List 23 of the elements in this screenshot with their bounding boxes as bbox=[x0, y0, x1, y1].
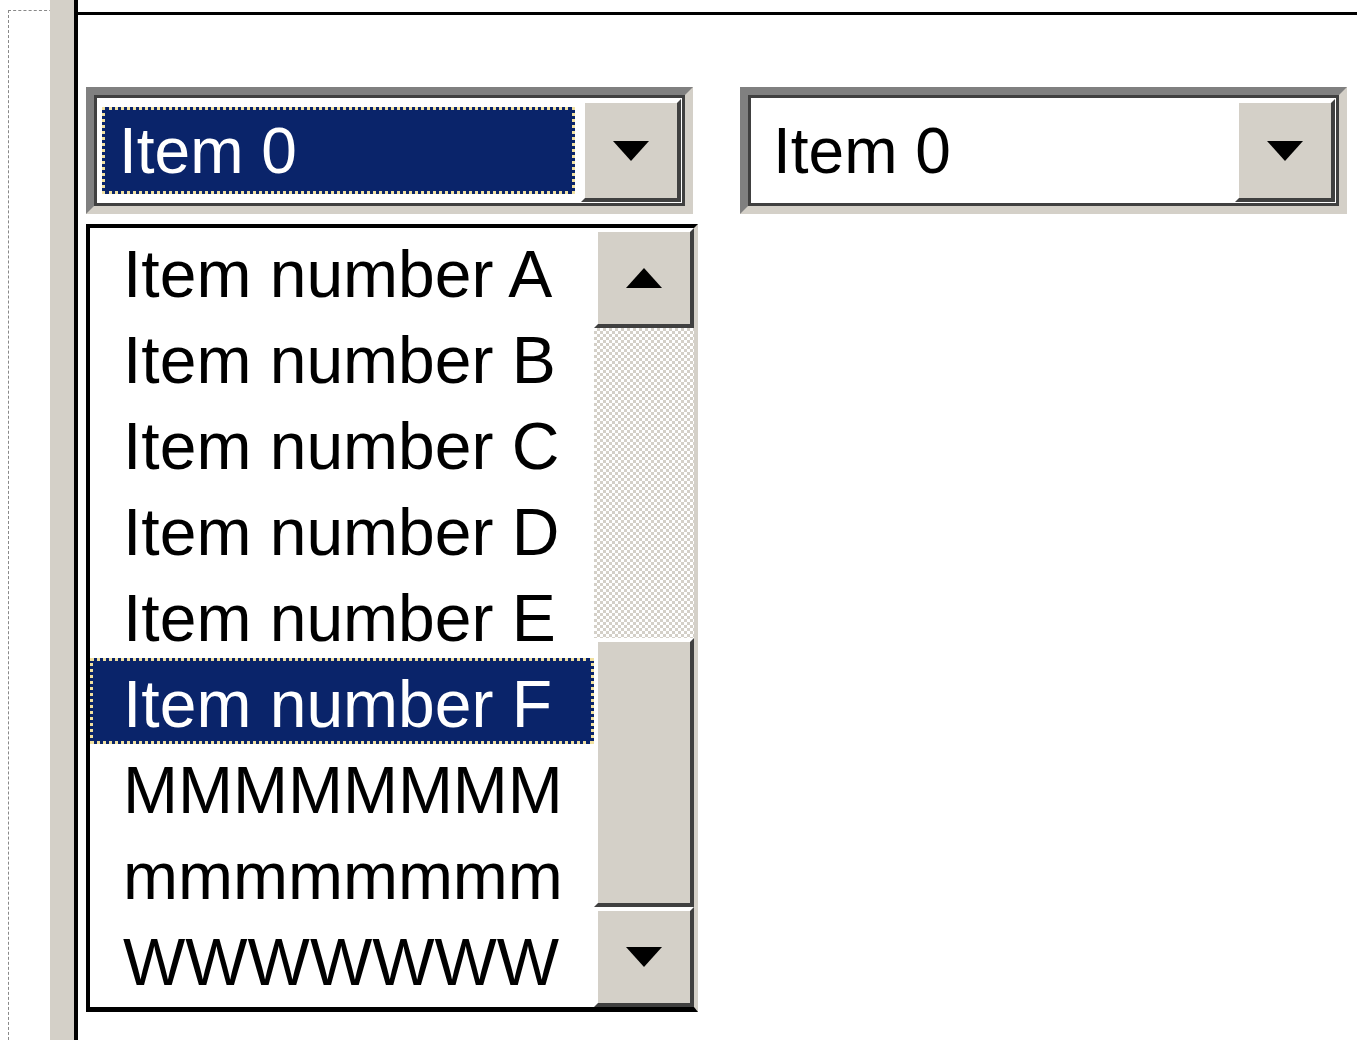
list-item[interactable]: Item number E bbox=[90, 572, 594, 658]
list-item[interactable]: MMMMMMMM bbox=[90, 744, 594, 830]
dropdown-button[interactable] bbox=[1235, 99, 1335, 202]
list-item[interactable]: Item number B bbox=[90, 314, 594, 400]
list-item[interactable]: mmmmmmmm bbox=[90, 830, 594, 916]
combo-value: Item 0 bbox=[772, 113, 952, 189]
list-item[interactable]: Item number F bbox=[90, 658, 594, 744]
caret-down-icon bbox=[1267, 140, 1303, 161]
list-item[interactable]: Item number C bbox=[90, 400, 594, 486]
list-item[interactable]: Item number A bbox=[90, 228, 594, 314]
combo-box[interactable]: Item 0 bbox=[86, 87, 693, 214]
scrollbar-thumb[interactable] bbox=[594, 638, 694, 907]
list-item[interactable]: Item number D bbox=[90, 486, 594, 572]
caret-down-icon bbox=[613, 140, 649, 161]
scroll-up-button[interactable] bbox=[594, 228, 694, 328]
combo-box[interactable]: Item 0 bbox=[740, 87, 1347, 214]
list-item[interactable]: WWWWWWW bbox=[90, 916, 594, 1002]
scroll-down-button[interactable] bbox=[594, 907, 694, 1007]
dropdown-button[interactable] bbox=[581, 99, 681, 202]
combo-value: Item 0 bbox=[102, 107, 575, 194]
caret-up-icon bbox=[626, 268, 662, 288]
caret-down-icon bbox=[626, 947, 662, 967]
scrollbar[interactable] bbox=[594, 228, 694, 1007]
